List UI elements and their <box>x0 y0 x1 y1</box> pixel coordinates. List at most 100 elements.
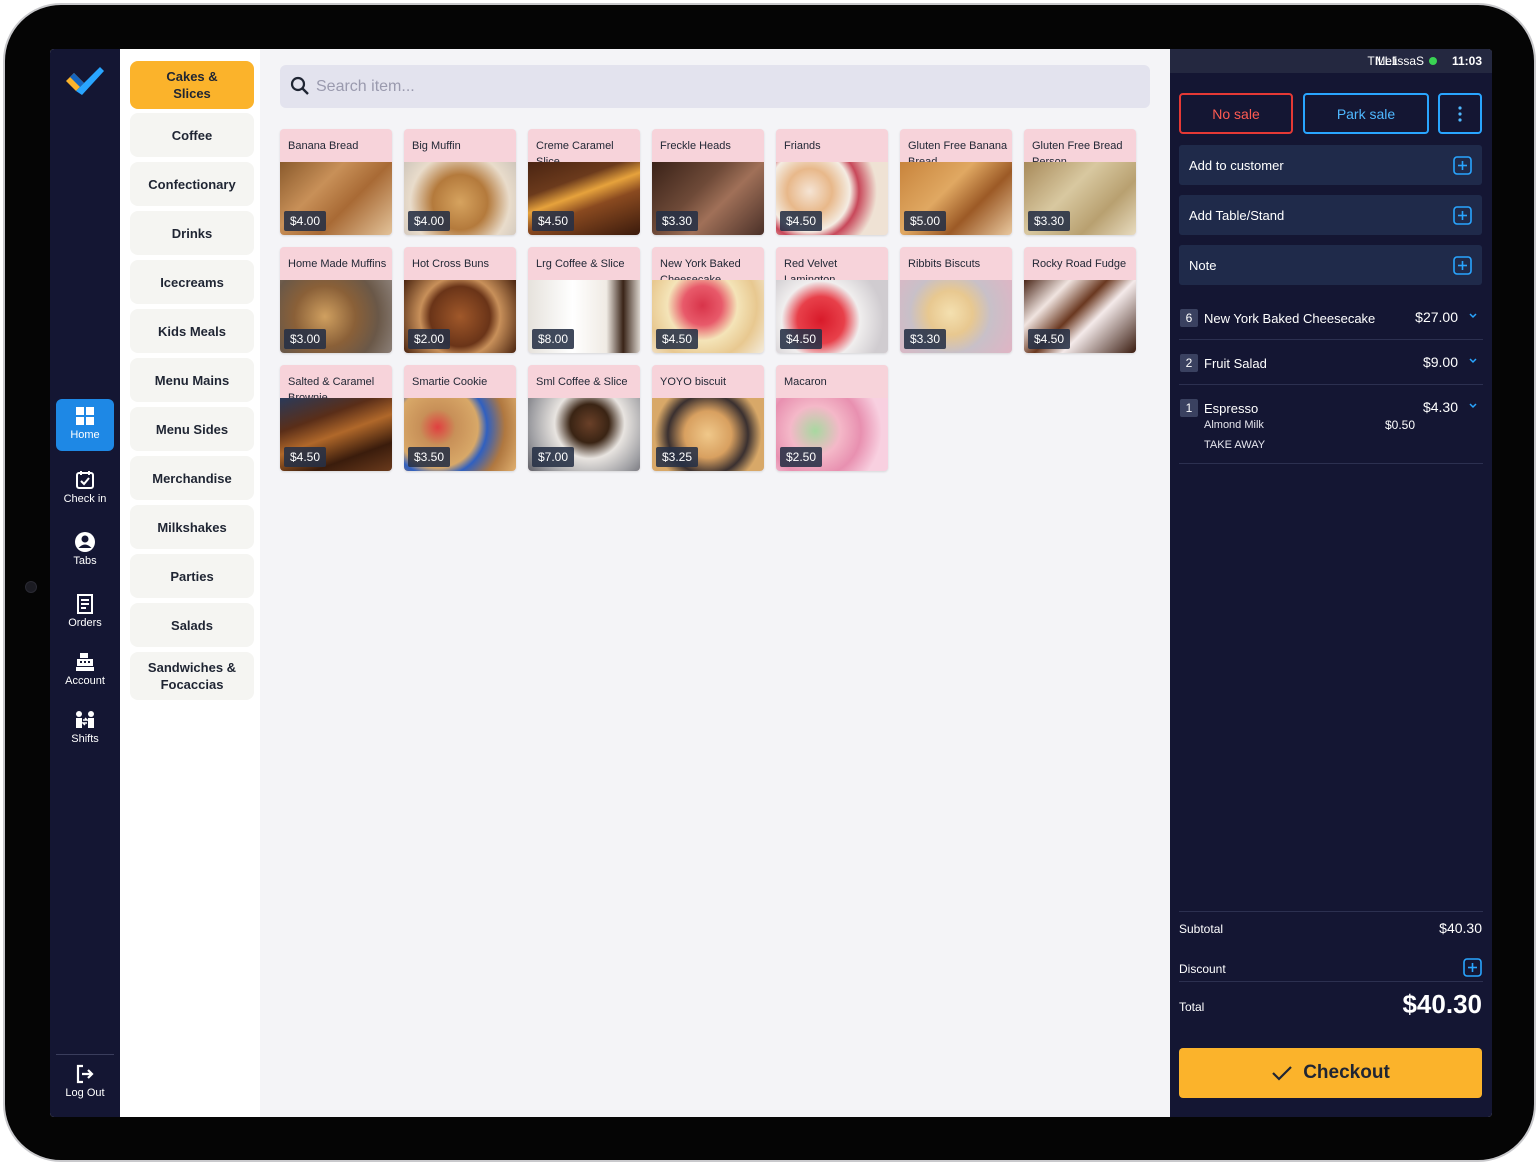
nav-tabs-label: Tabs <box>73 555 97 567</box>
line-modifier: Almond Milk <box>1204 419 1264 431</box>
product-name: Lrg Coffee & Slice <box>536 258 625 270</box>
calendar-check-icon <box>76 471 94 489</box>
product-tile-macaron[interactable]: Macaron $2.50 <box>776 365 888 471</box>
product-price: $4.00 <box>408 211 451 231</box>
product-tile-red-velvet-lamington[interactable]: Red Velvet Lamington $4.50 <box>776 247 888 353</box>
add-table-stand-button[interactable]: Add Table/Stand <box>1179 195 1482 235</box>
plus-square-icon <box>1453 206 1472 225</box>
category-label: Menu Sides <box>155 421 229 437</box>
category-sandwiches-focaccias[interactable]: Sandwiches & Focaccias <box>130 652 254 700</box>
category-label: Salads <box>171 617 213 633</box>
checkout-button[interactable]: Checkout <box>1179 1048 1482 1098</box>
product-tile-lrg-coffee-slice[interactable]: Lrg Coffee & Slice $8.00 <box>528 247 640 353</box>
add-to-customer-label: Add to customer <box>1189 158 1284 173</box>
product-price: $3.25 <box>656 447 699 467</box>
checkout-label: Checkout <box>1303 1062 1390 1083</box>
search-input[interactable] <box>316 65 1136 108</box>
nav-rail: Home Check in Tabs Orders Account Shifts… <box>50 49 120 1117</box>
category-menu-sides[interactable]: Menu Sides <box>130 407 254 451</box>
add-note-button[interactable]: Note <box>1179 245 1482 285</box>
line-modifier-price: $0.50 <box>1384 418 1415 432</box>
user-name: MelissaS <box>1375 54 1424 68</box>
pos-screen: Home Check in Tabs Orders Account Shifts… <box>50 49 1492 1117</box>
category-kids-meals[interactable]: Kids Meals <box>130 309 254 353</box>
product-tile-yoyo-biscuit[interactable]: YOYO biscuit $3.25 <box>652 365 764 471</box>
nav-tabs[interactable]: Tabs <box>56 525 114 577</box>
product-tile-rocky-road-fudge[interactable]: Rocky Road Fudge $4.50 <box>1024 247 1136 353</box>
product-name: Hot Cross Buns <box>412 258 490 270</box>
order-line[interactable]: 2 Fruit Salad $9.00 <box>1179 350 1483 385</box>
no-sale-button[interactable]: No sale <box>1179 93 1293 134</box>
add-to-customer-button[interactable]: Add to customer <box>1179 145 1482 185</box>
product-name: Macaron <box>784 376 827 388</box>
line-name: Espresso <box>1204 401 1259 416</box>
product-name: Sml Coffee & Slice <box>536 376 628 388</box>
chevron-down-icon[interactable] <box>1467 355 1479 367</box>
category-merchandise[interactable]: Merchandise <box>130 456 254 500</box>
category-icecreams[interactable]: Icecreams <box>130 260 254 304</box>
product-tile-banana-bread[interactable]: Banana Bread $4.00 <box>280 129 392 235</box>
chevron-down-icon[interactable] <box>1467 310 1479 322</box>
home-grid-icon <box>76 407 94 425</box>
product-price: $4.50 <box>780 329 823 349</box>
category-parties[interactable]: Parties <box>130 554 254 598</box>
nav-check-in[interactable]: Check in <box>56 463 114 515</box>
park-sale-button[interactable]: Park sale <box>1303 93 1429 134</box>
nav-orders[interactable]: Orders <box>56 587 114 639</box>
line-qty: 2 <box>1180 354 1198 372</box>
product-tile-gluten-free-banana-bread[interactable]: Gluten Free Banana Bread $5.00 <box>900 129 1012 235</box>
product-price: $8.00 <box>532 329 575 349</box>
category-drinks[interactable]: Drinks <box>130 211 254 255</box>
add-discount-icon[interactable] <box>1463 958 1482 977</box>
order-line[interactable]: 6 New York Baked Cheesecake $27.00 <box>1179 305 1483 340</box>
line-price: $27.00 <box>1415 309 1458 325</box>
product-tile-creme-caramel-slice[interactable]: Creme Caramel Slice $4.50 <box>528 129 640 235</box>
check-icon <box>1272 1066 1292 1081</box>
product-tile-hot-cross-buns[interactable]: Hot Cross Buns $2.00 <box>404 247 516 353</box>
product-tile-sml-coffee-slice[interactable]: Sml Coffee & Slice $7.00 <box>528 365 640 471</box>
product-name: Smartie Cookie <box>412 376 488 388</box>
product-name: Freckle Heads <box>660 140 731 152</box>
product-tile-ribbits-biscuts[interactable]: Ribbits Biscuts $3.30 <box>900 247 1012 353</box>
category-salads[interactable]: Salads <box>130 603 254 647</box>
category-confectionary[interactable]: Confectionary <box>130 162 254 206</box>
totals-divider <box>1179 911 1483 912</box>
category-label: Drinks <box>171 225 213 241</box>
plus-square-icon <box>1453 156 1472 175</box>
subtotal-label: Subtotal <box>1179 922 1224 936</box>
product-tile-gluten-free-bread-person[interactable]: Gluten Free Bread Person $3.30 <box>1024 129 1136 235</box>
nav-divider <box>56 1054 114 1055</box>
product-tile-new-york-baked-cheesecake[interactable]: New York Baked Cheesecake $4.50 <box>652 247 764 353</box>
product-tile-salted-caramel-brownie[interactable]: Salted & Caramel Brownie $4.50 <box>280 365 392 471</box>
product-tile-friands[interactable]: Friands $4.50 <box>776 129 888 235</box>
nav-account[interactable]: Account <box>56 645 114 697</box>
product-name: Rocky Road Fudge <box>1032 258 1127 270</box>
category-milkshakes[interactable]: Milkshakes <box>130 505 254 549</box>
nav-orders-label: Orders <box>68 617 102 629</box>
online-status-icon <box>1429 57 1437 65</box>
category-label: Cakes & Slices <box>166 69 218 101</box>
product-price: $2.50 <box>780 447 823 467</box>
nav-shifts[interactable]: Shifts <box>56 703 114 755</box>
category-label: Milkshakes <box>157 519 227 535</box>
order-line[interactable]: 1 Espresso $4.30 Almond Milk $0.50 TAKE … <box>1179 395 1483 464</box>
nav-check-in-label: Check in <box>63 493 107 505</box>
subtotal-value: $40.30 <box>1439 920 1482 936</box>
nav-home[interactable]: Home <box>56 399 114 451</box>
category-cakes-slices[interactable]: Cakes & Slices <box>130 61 254 109</box>
category-coffee[interactable]: Coffee <box>130 113 254 157</box>
nav-home-label: Home <box>70 429 100 441</box>
receipt-icon <box>77 594 93 614</box>
category-menu-mains[interactable]: Menu Mains <box>130 358 254 402</box>
order-panel: TILL1 MelissaS 11:03 No sale Park sale A… <box>1170 49 1492 1117</box>
product-name: Friands <box>784 140 821 152</box>
product-tile-home-made-muffins[interactable]: Home Made Muffins $3.00 <box>280 247 392 353</box>
nav-logout[interactable]: Log Out <box>56 1057 114 1109</box>
chevron-down-icon[interactable] <box>1467 400 1479 412</box>
product-tile-freckle-heads[interactable]: Freckle Heads $3.30 <box>652 129 764 235</box>
more-options-button[interactable] <box>1438 93 1482 134</box>
product-price: $4.50 <box>1028 329 1071 349</box>
product-tile-smartie-cookie[interactable]: Smartie Cookie $3.50 <box>404 365 516 471</box>
product-price: $3.30 <box>1028 211 1071 231</box>
product-tile-big-muffin[interactable]: Big Muffin $4.00 <box>404 129 516 235</box>
